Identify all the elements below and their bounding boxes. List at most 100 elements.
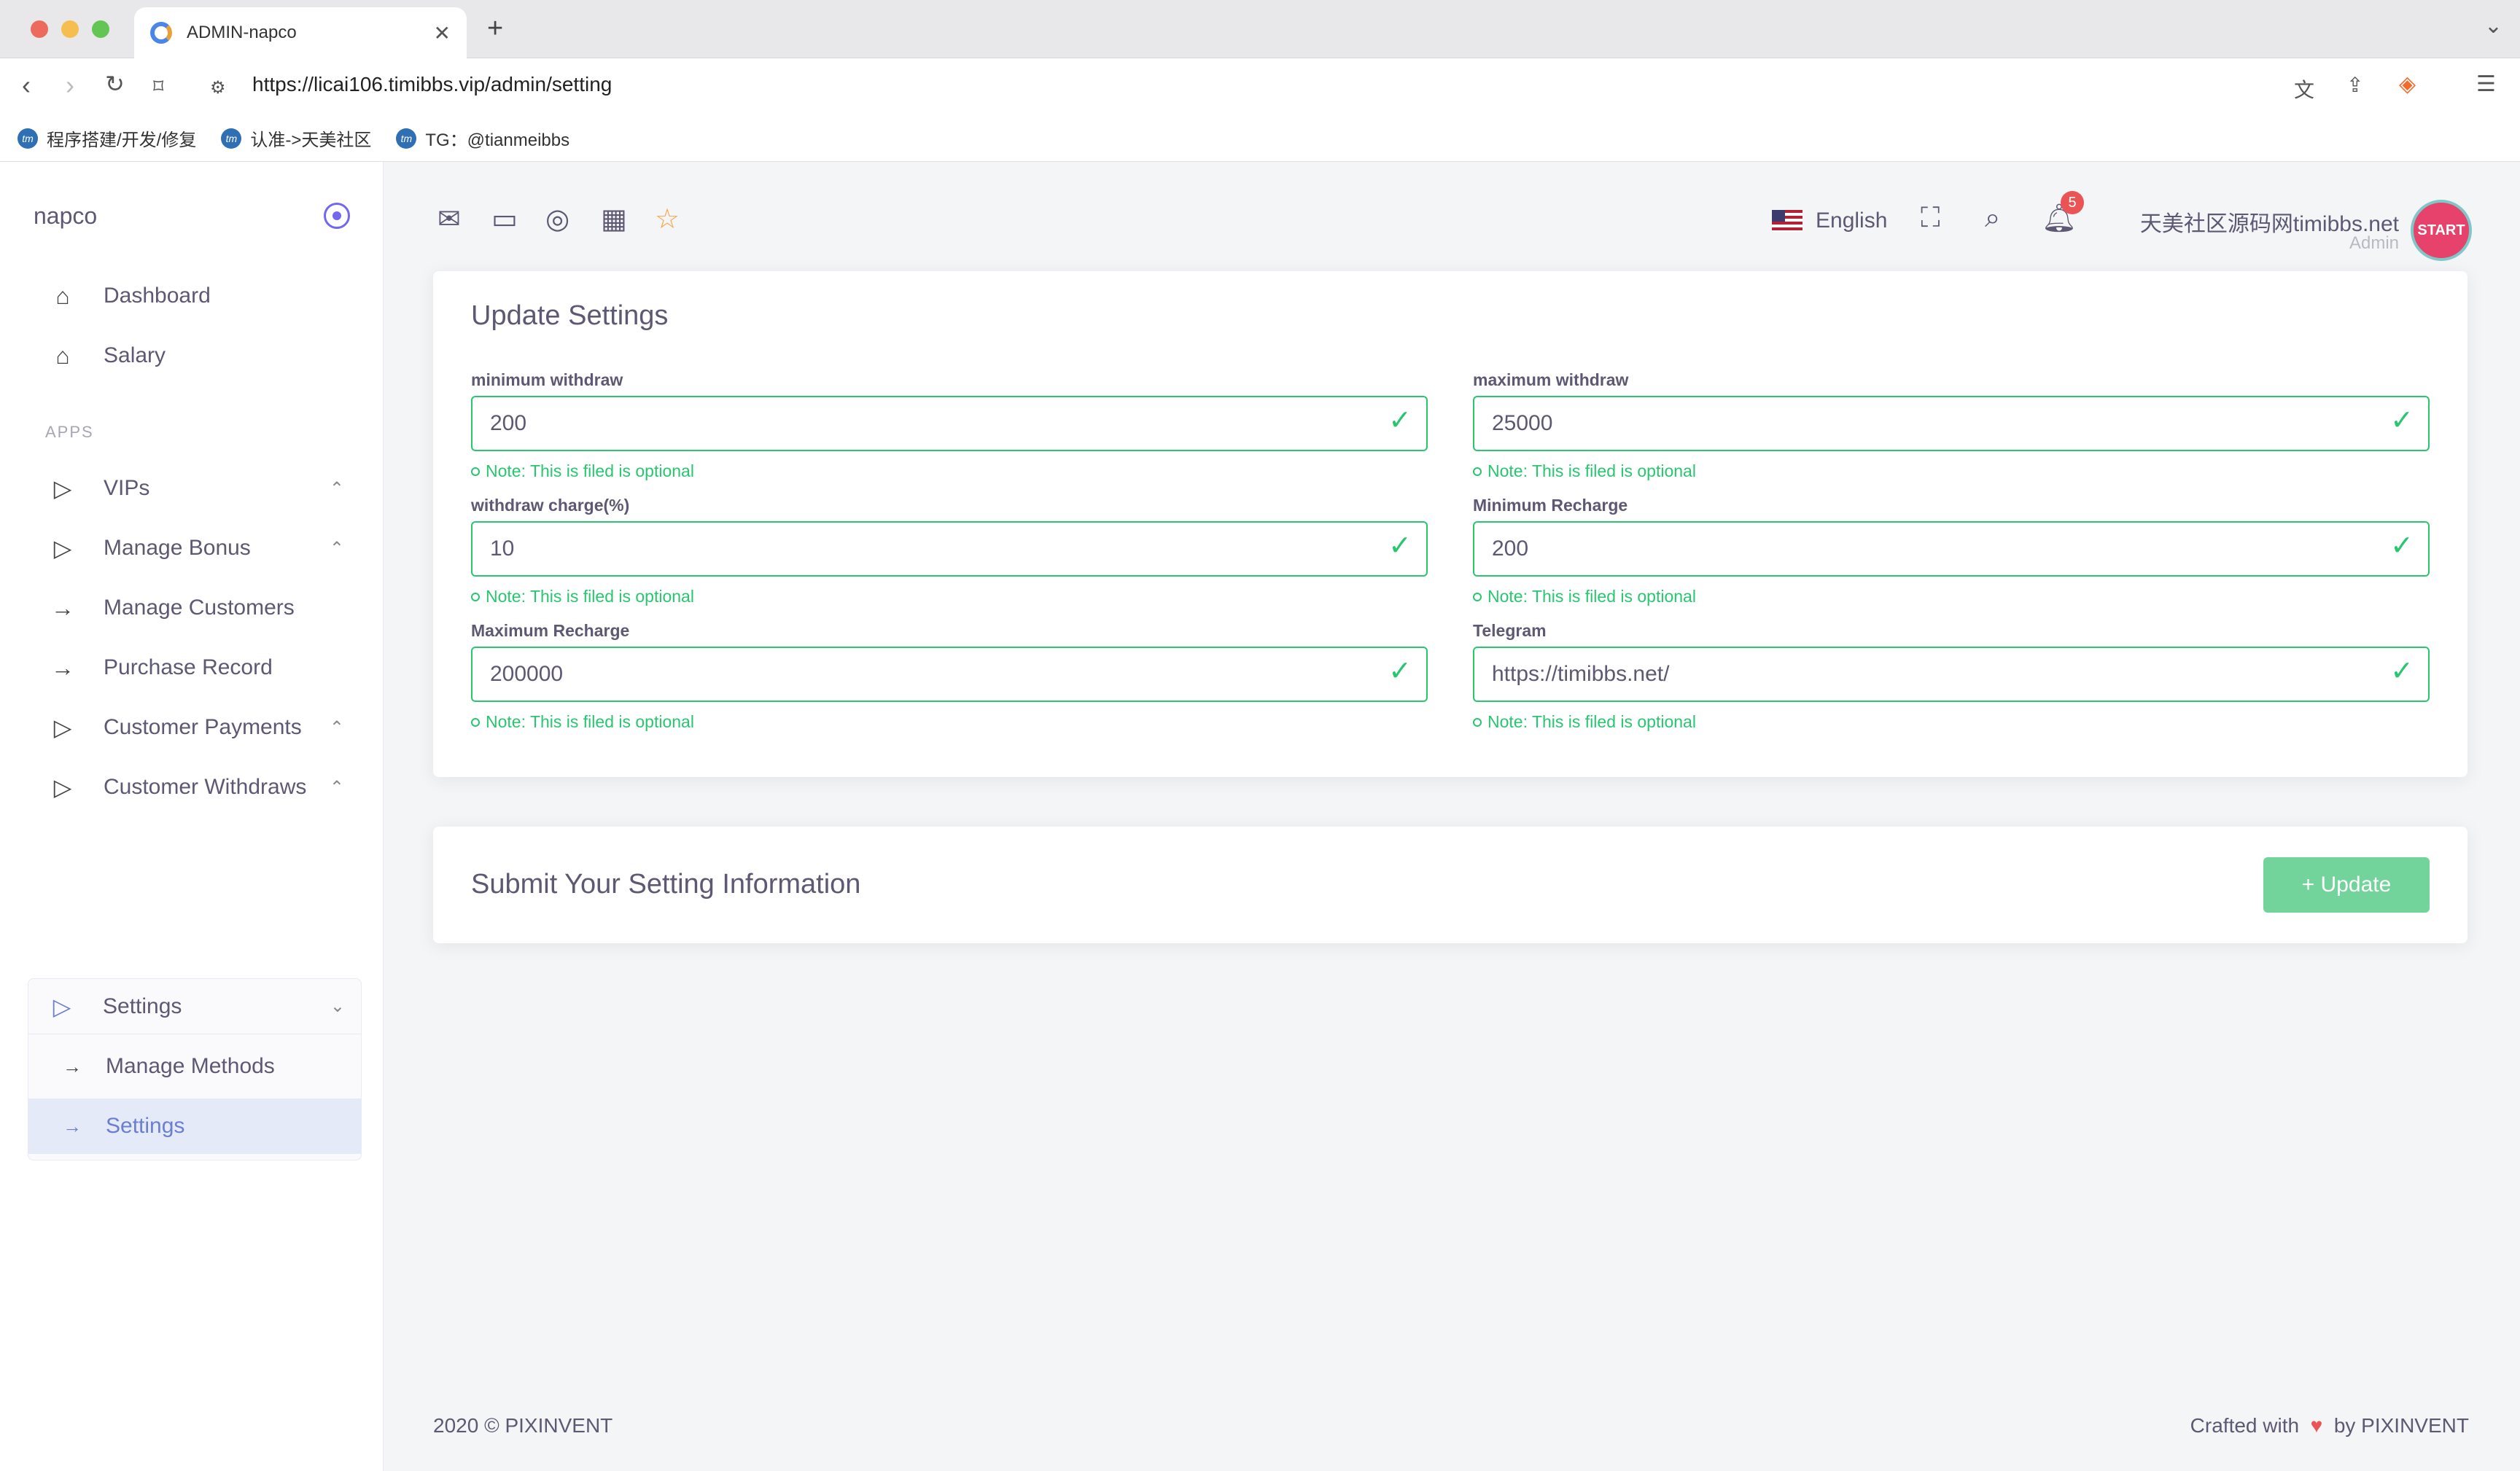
sidebar-subitem-settings[interactable]: → Settings (28, 1099, 361, 1154)
bookmark-favicon-icon: tm (18, 128, 38, 149)
maximum-recharge-input[interactable] (471, 647, 1428, 702)
minimize-window-button[interactable] (61, 20, 79, 38)
telegram-field: Telegram ✓ Note: This is filed is option… (1473, 621, 2430, 732)
bookmark-favicon-icon: tm (396, 128, 417, 149)
bookmark-favicon-icon: tm (221, 128, 242, 149)
browser-tab-bar: ADMIN-napco ✕ + ⌄ (0, 0, 2520, 58)
play-icon: ▷ (53, 774, 72, 800)
update-button[interactable]: + Update (2263, 857, 2430, 913)
chat-icon[interactable]: ▭ (491, 203, 518, 235)
url-bar[interactable]: https://licai106.timibbs.vip/admin/setti… (252, 73, 612, 96)
minimum-withdraw-input[interactable] (471, 396, 1428, 451)
chevron-down-icon: ⌄ (330, 996, 345, 1016)
sidebar-subitem-manage-methods[interactable]: → Manage Methods (28, 1039, 361, 1094)
avatar[interactable]: START (2411, 200, 2472, 261)
field-label: Maximum Recharge (471, 621, 630, 640)
submit-settings-card: Submit Your Setting Information + Update (433, 827, 2468, 943)
back-icon[interactable]: ‹ (22, 70, 31, 101)
chevron-down-icon[interactable]: ⌄ (2484, 13, 2502, 39)
sidebar-item-manage-bonus[interactable]: ▷ Manage Bonus ⌃ (29, 520, 360, 576)
maximize-window-button[interactable] (92, 20, 109, 38)
sidebar: napco ⌂ Dashboard ⌂ Salary APPS ▷ VIPs ⌃… (0, 162, 384, 1471)
chevron-up-icon: ⌃ (329, 478, 344, 499)
circle-icon (1473, 717, 1482, 727)
field-note: Note: This is filed is optional (471, 461, 1428, 481)
search-icon[interactable]: ⌕ (1985, 203, 2000, 234)
forward-icon[interactable]: › (66, 70, 74, 101)
tab-title: ADMIN-napco (187, 23, 297, 42)
sidebar-item-dashboard[interactable]: ⌂ Dashboard (29, 268, 360, 324)
translate-icon[interactable]: 文 (2294, 74, 2314, 104)
brand-name[interactable]: napco (34, 203, 97, 230)
bookmark-item[interactable]: tm 程序搭建/开发/修复 (18, 125, 196, 151)
close-window-button[interactable] (31, 20, 48, 38)
field-label: withdraw charge(%) (471, 496, 630, 515)
telegram-input[interactable] (1473, 647, 2430, 702)
fullscreen-icon[interactable]: ⛶ (1921, 203, 1940, 234)
bookmark-icon[interactable]: ⌑ (153, 74, 163, 98)
apps-section-header: APPS (45, 423, 94, 441)
check-icon: ✓ (2390, 531, 2414, 561)
check-icon: ✓ (1388, 531, 1412, 561)
sidebar-item-manage-customers[interactable]: → Manage Customers (29, 580, 360, 636)
mail-icon[interactable]: ✉ (438, 203, 461, 235)
close-icon[interactable]: ✕ (434, 21, 451, 45)
star-icon[interactable]: ☆ (655, 203, 680, 235)
play-icon: ▷ (52, 993, 71, 1020)
card-title: Update Settings (471, 300, 669, 331)
favicon-icon (150, 22, 172, 44)
check-circle-icon[interactable]: ◎ (545, 203, 569, 235)
site-settings-icon[interactable]: ⚙ (210, 77, 226, 98)
field-note: Note: This is filed is optional (1473, 461, 2430, 481)
field-note: Note: This is filed is optional (1473, 587, 2430, 606)
maximum-withdraw-field: maximum withdraw ✓ Note: This is filed i… (1473, 370, 2430, 481)
sidebar-item-settings[interactable]: ▷ Settings ⌄ (28, 979, 361, 1034)
check-icon: ✓ (1388, 656, 1412, 687)
play-icon: ▷ (53, 475, 72, 502)
sidebar-toggle-icon[interactable] (324, 203, 350, 229)
arrow-right-icon: → (63, 1115, 82, 1137)
arrow-right-icon: → (51, 594, 74, 621)
field-note: Note: This is filed is optional (471, 587, 1428, 606)
reload-icon[interactable]: ↻ (105, 70, 125, 98)
bookmark-item[interactable]: tm TG：@tianmeibbs (396, 125, 569, 151)
brave-shield-icon[interactable]: ◈ (2399, 71, 2416, 97)
check-icon: ✓ (2390, 656, 2414, 687)
chevron-up-icon: ⌃ (329, 538, 344, 558)
bookmarks-bar: tm 程序搭建/开发/修复 tm 认准->天美社区 tm TG：@tianmeibbs (0, 115, 2520, 162)
circle-icon (1473, 592, 1482, 601)
app-root: napco ⌂ Dashboard ⌂ Salary APPS ▷ VIPs ⌃… (0, 162, 2520, 1471)
sidebar-item-salary[interactable]: ⌂ Salary (29, 328, 360, 383)
browser-toolbar: ‹ › ↻ ⌑ ⚙ https://licai106.timibbs.vip/a… (0, 58, 2520, 115)
top-navbar: ✉ ▭ ◎ ▦ ☆ English ⛶ ⌕ 🔔︎ 5 天美社区源码网timibb… (430, 191, 2472, 261)
field-label: Minimum Recharge (1473, 496, 1628, 515)
language-selector[interactable]: English (1772, 208, 1887, 233)
minimum-recharge-field: Minimum Recharge ✓ Note: This is filed i… (1473, 496, 2430, 606)
footer-credits: Crafted with ♥ by PIXINVENT (2190, 1414, 2469, 1437)
field-label: maximum withdraw (1473, 370, 1629, 389)
menu-icon[interactable]: ☰ (2476, 71, 2496, 97)
share-icon[interactable]: ⇪ (2346, 73, 2363, 97)
field-label: Telegram (1473, 621, 1547, 640)
circle-icon (471, 592, 480, 601)
sidebar-item-purchase-record[interactable]: → Purchase Record (29, 640, 360, 695)
browser-tab[interactable]: ADMIN-napco ✕ (134, 7, 467, 58)
play-icon: ▷ (53, 535, 72, 561)
check-icon: ✓ (1388, 405, 1412, 436)
minimum-recharge-input[interactable] (1473, 521, 2430, 577)
update-settings-card: Update Settings minimum withdraw ✓ Note:… (433, 271, 2468, 777)
withdraw-charge-input[interactable] (471, 521, 1428, 577)
sidebar-item-customer-withdraws[interactable]: ▷ Customer Withdraws ⌃ (29, 760, 360, 815)
calendar-icon[interactable]: ▦ (601, 203, 627, 235)
sidebar-item-vips[interactable]: ▷ VIPs ⌃ (29, 461, 360, 516)
settings-menu-group: ▷ Settings ⌄ → Manage Methods → Settings (28, 978, 362, 1160)
home-icon: ⌂ (55, 342, 70, 369)
bookmark-item[interactable]: tm 认准->天美社区 (221, 125, 371, 151)
sidebar-item-customer-payments[interactable]: ▷ Customer Payments ⌃ (29, 700, 360, 755)
field-label: minimum withdraw (471, 370, 623, 389)
new-tab-icon[interactable]: + (487, 13, 503, 44)
maximum-withdraw-input[interactable] (1473, 396, 2430, 451)
chevron-up-icon: ⌃ (329, 717, 344, 738)
circle-icon (1473, 467, 1482, 476)
minimum-withdraw-field: minimum withdraw ✓ Note: This is filed i… (471, 370, 1428, 481)
